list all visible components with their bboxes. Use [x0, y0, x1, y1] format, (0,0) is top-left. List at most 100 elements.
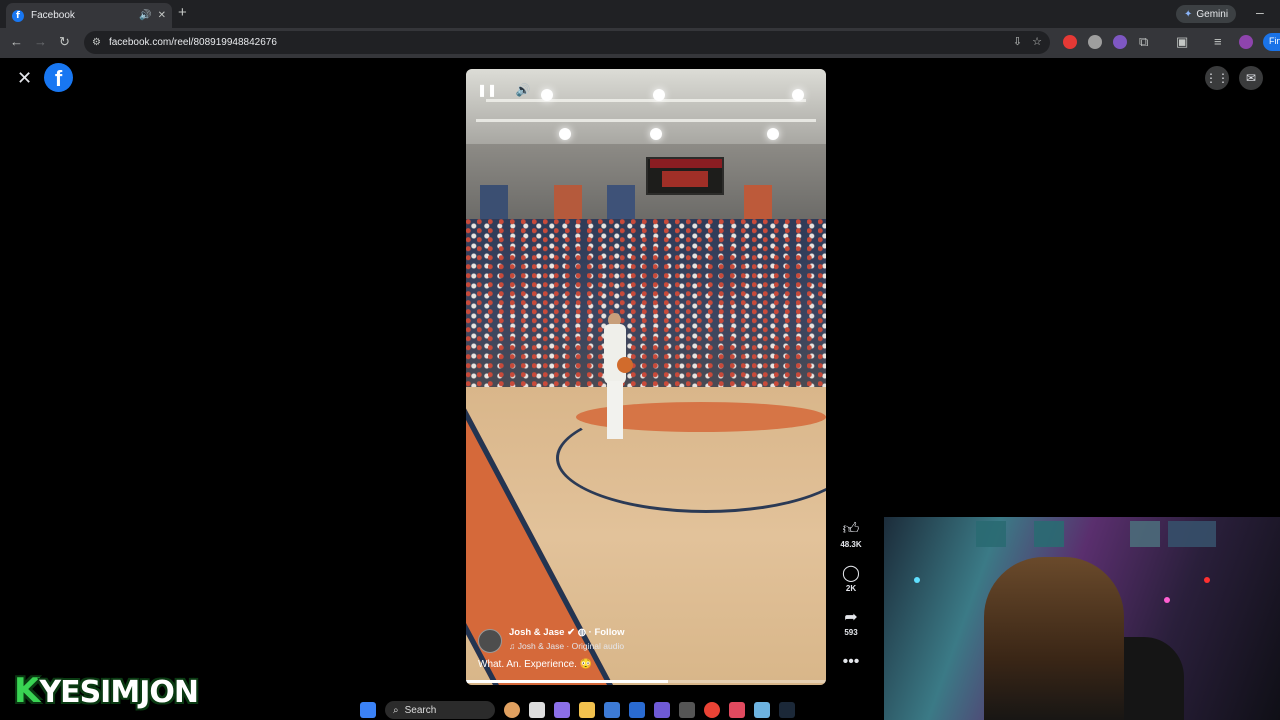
gemini-sparkle-icon: ✦ — [1184, 8, 1193, 20]
facebook-logo-icon[interactable]: f — [44, 63, 73, 92]
copilot-icon[interactable] — [554, 702, 570, 718]
address-bar[interactable]: ⚙ facebook.com/reel/808919948842676 ⇩ ☆ — [84, 31, 1050, 54]
webcam-light — [1204, 577, 1210, 583]
webcam-overlay — [884, 517, 1280, 720]
tab-close-icon[interactable]: ✕ — [158, 10, 166, 21]
webcam-poster — [1130, 521, 1160, 547]
app-icon[interactable] — [654, 702, 670, 718]
webcam-person — [984, 557, 1124, 720]
streamer-name: YESIMJON — [39, 675, 199, 710]
browser-tab-facebook[interactable]: f Facebook 🔊 ✕ — [6, 3, 172, 28]
webcam-light — [1164, 597, 1170, 603]
taskbar-search[interactable]: ⌕ Search — [385, 701, 495, 719]
facebook-favicon-icon: f — [12, 9, 24, 22]
app-icon[interactable] — [679, 702, 695, 718]
webcam-poster — [1168, 521, 1216, 547]
messenger-icon[interactable]: ✉ — [1239, 66, 1263, 90]
forward-icon[interactable]: → — [34, 34, 47, 49]
address-url: facebook.com/reel/808919948842676 — [108, 37, 277, 48]
author-name[interactable]: Josh & Jase — [509, 627, 564, 638]
extension-red-icon[interactable] — [1063, 35, 1077, 49]
video-light — [650, 128, 662, 140]
profile-chip[interactable]: Fin — [1263, 33, 1280, 51]
gemini-button[interactable]: ✦ Gemini — [1176, 5, 1237, 23]
side-panel-icon[interactable]: ▣ — [1176, 34, 1188, 50]
profile-avatar[interactable] — [1239, 35, 1253, 49]
media-controls-icon[interactable]: ≡ — [1214, 34, 1222, 49]
close-icon[interactable]: ✕ — [17, 68, 32, 89]
comment-count: 2K — [845, 584, 857, 593]
back-icon[interactable]: ← — [10, 34, 23, 49]
video-player-legs — [607, 381, 623, 439]
video-progress-fill — [466, 680, 668, 683]
chrome-icon[interactable] — [704, 702, 720, 718]
comment-button[interactable]: ◯ 2K — [838, 564, 864, 593]
comment-bubble-icon: ◯ — [842, 565, 860, 582]
browser-toolbar: ← → ↻ ⚙ facebook.com/reel/80891994884267… — [0, 28, 1280, 58]
video-progress-bar[interactable] — [466, 680, 826, 683]
extensions-puzzle-icon[interactable]: ⧉ — [1139, 34, 1148, 50]
video-crowd-stands — [466, 219, 826, 389]
video-player-body — [604, 324, 626, 384]
install-app-icon[interactable]: ⇩ — [1013, 35, 1022, 48]
audio-label: Josh & Jase · Original audio — [517, 641, 625, 651]
author-avatar[interactable] — [478, 629, 502, 653]
video-light — [653, 89, 665, 101]
audio-line[interactable]: ♫ Josh & Jase · Original audio — [509, 641, 624, 651]
file-explorer-icon[interactable] — [579, 702, 595, 718]
store-icon[interactable] — [604, 702, 620, 718]
notepad-icon[interactable] — [754, 702, 770, 718]
follow-button[interactable]: Follow — [594, 627, 624, 638]
music-note-icon: ♫ — [509, 641, 516, 651]
reel-video[interactable]: ❚❚ 🔊 Josh & Jase ✔ ◍ · Follow ♫ Josh & J… — [466, 69, 826, 685]
video-light — [541, 89, 553, 101]
taskbar-search-label: Search — [404, 704, 437, 716]
pause-icon[interactable]: ❚❚ — [474, 79, 500, 101]
browser-tab-strip: f Facebook 🔊 ✕ + ✦ Gemini – — [0, 0, 1280, 28]
streamer-initial: K — [14, 671, 40, 711]
widgets-icon[interactable] — [504, 702, 520, 718]
omnibox-actions: ⇩ ☆ — [1013, 35, 1042, 48]
mail-icon[interactable] — [629, 702, 645, 718]
webcam-light — [914, 577, 920, 583]
task-view-icon[interactable] — [529, 702, 545, 718]
windows-start-icon[interactable] — [360, 702, 376, 718]
search-icon: ⌕ — [393, 704, 399, 716]
video-basketball — [617, 357, 633, 373]
site-info-icon[interactable]: ⚙ — [92, 37, 101, 48]
extension-grey-icon[interactable] — [1088, 35, 1102, 49]
window-minimize-icon[interactable]: – — [1256, 4, 1264, 20]
video-light — [767, 128, 779, 140]
video-light — [792, 89, 804, 101]
menu-grid-icon[interactable]: ⋮⋮ — [1205, 66, 1229, 90]
share-button[interactable]: ➦ 593 — [838, 608, 864, 637]
like-button[interactable]: 👍︎ 48.3K — [838, 520, 864, 549]
video-beam — [476, 119, 816, 122]
webcam-poster — [1034, 521, 1064, 547]
thumbs-up-icon: 👍︎ — [842, 521, 860, 538]
volume-icon[interactable]: 🔊 — [510, 79, 536, 101]
app-icon[interactable] — [729, 702, 745, 718]
reel-caption: What. An. Experience. 😳 — [478, 659, 593, 670]
extension-purple-icon[interactable] — [1113, 35, 1127, 49]
share-count: 593 — [844, 628, 858, 637]
globe-icon: ◍ — [577, 627, 586, 638]
bookmark-star-icon[interactable]: ☆ — [1032, 35, 1042, 48]
verified-icon: ✔ — [567, 627, 576, 638]
steam-icon[interactable] — [779, 702, 795, 718]
webcam-poster — [976, 521, 1006, 547]
separator-dot: · — [588, 627, 592, 638]
windows-taskbar: ⌕ Search — [360, 700, 890, 720]
tab-audio-icon[interactable]: 🔊 — [139, 10, 151, 21]
video-scoreboard — [646, 157, 724, 195]
tab-title: Facebook — [31, 10, 75, 21]
more-options-button[interactable]: ••• — [838, 652, 864, 672]
like-count: 48.3K — [840, 540, 862, 549]
share-arrow-icon: ➦ — [844, 609, 858, 626]
reload-icon[interactable]: ↻ — [59, 34, 70, 50]
gemini-label: Gemini — [1196, 8, 1229, 20]
new-tab-icon[interactable]: + — [178, 4, 187, 21]
streamer-name-tag: KYESIMJON — [14, 671, 199, 711]
author-line: Josh & Jase ✔ ◍ · Follow — [509, 627, 625, 638]
video-light — [559, 128, 571, 140]
